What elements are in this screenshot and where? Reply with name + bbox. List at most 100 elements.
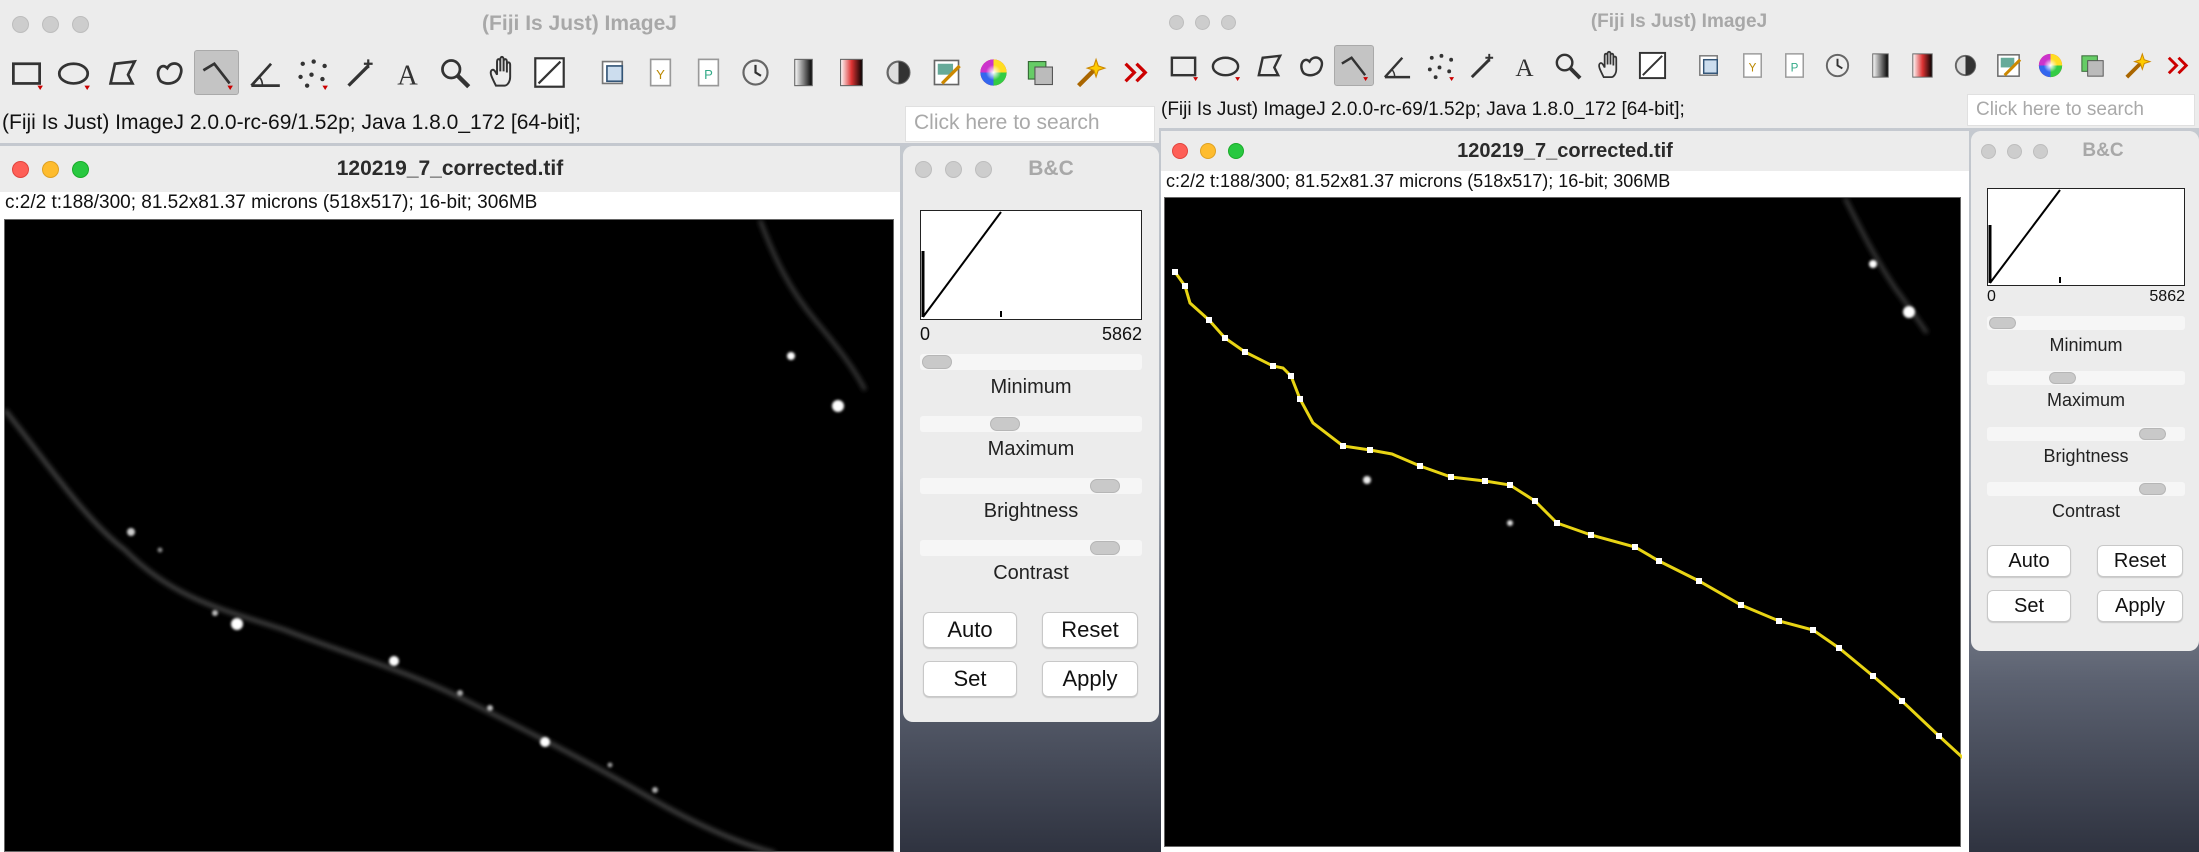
brightness-slider[interactable]: [1987, 427, 2185, 441]
wand-tool-button[interactable]: [337, 50, 382, 95]
more-tools-button[interactable]: [2158, 45, 2199, 86]
p-button[interactable]: P: [686, 50, 731, 95]
close-button[interactable]: [12, 15, 29, 33]
magnifier-tool-button[interactable]: [432, 50, 477, 95]
multipoint-tool-button[interactable]: [1419, 45, 1460, 86]
edit-button[interactable]: [924, 50, 969, 95]
zoom-button[interactable]: [975, 160, 992, 178]
more-tools-button[interactable]: [1114, 50, 1159, 95]
minimum-slider-knob[interactable]: [922, 355, 952, 369]
brightness-slider[interactable]: [920, 478, 1142, 494]
brightness-slider-knob[interactable]: [1090, 479, 1120, 493]
minimize-button[interactable]: [42, 15, 59, 33]
multipoint-tool-button[interactable]: [290, 50, 335, 95]
image-canvas[interactable]: [3, 219, 894, 852]
magic-button[interactable]: [1067, 50, 1112, 95]
color-wheel-button[interactable]: [2030, 45, 2071, 86]
image-title: 120219_7_corrected.tif: [1457, 139, 1673, 162]
maximum-slider-knob[interactable]: [990, 417, 1020, 431]
lut-fire-button[interactable]: [829, 50, 874, 95]
clock-button[interactable]: [734, 50, 779, 95]
lut-gray-button[interactable]: [1860, 45, 1901, 86]
close-button[interactable]: [915, 160, 932, 178]
minimize-button[interactable]: [2007, 143, 2022, 159]
brightness-slider-knob[interactable]: [2139, 428, 2166, 440]
segmented-line-tool-button[interactable]: [1333, 45, 1375, 86]
zoom-button[interactable]: [1228, 143, 1244, 159]
set-button[interactable]: Set: [923, 661, 1017, 697]
freehand-tool-button[interactable]: [1291, 45, 1332, 86]
rectangle-tool-button[interactable]: [4, 50, 49, 95]
clock-button[interactable]: [1817, 45, 1858, 86]
hist-max-value: 5862: [2149, 288, 2185, 305]
contrast-button[interactable]: [876, 50, 921, 95]
p-button[interactable]: P: [1775, 45, 1816, 86]
maximum-slider[interactable]: [920, 416, 1142, 432]
minimize-button[interactable]: [1200, 143, 1216, 159]
close-button[interactable]: [12, 160, 29, 178]
y-button[interactable]: Y: [638, 50, 683, 95]
text-tool-button[interactable]: A: [1504, 45, 1545, 86]
set-button[interactable]: Set: [1987, 590, 2071, 622]
oval-tool-button[interactable]: [52, 50, 97, 95]
minimize-button[interactable]: [42, 160, 59, 178]
rectangle-tool-button[interactable]: [1163, 45, 1204, 86]
zoom-button[interactable]: [2033, 143, 2048, 159]
minimum-slider[interactable]: [920, 354, 1142, 370]
apply-button[interactable]: Apply: [1042, 661, 1138, 697]
channels-button[interactable]: [2073, 45, 2114, 86]
angle-tool-button[interactable]: [242, 50, 287, 95]
magnifier-tool-button[interactable]: [1547, 45, 1588, 86]
text-tool-button[interactable]: A: [385, 50, 430, 95]
polygon-tool-button[interactable]: [1248, 45, 1289, 86]
magnifier-tool-icon: [1555, 53, 1582, 80]
channels-button[interactable]: [1019, 50, 1064, 95]
zoom-button[interactable]: [72, 15, 89, 33]
oval-tool-button[interactable]: [1206, 45, 1247, 86]
close-button[interactable]: [1981, 143, 1996, 159]
imagej-main-window: (Fiji Is Just) ImageJ A Y P (Fiji Is Just)…: [1159, 0, 2199, 128]
minimum-slider[interactable]: [1987, 316, 2185, 330]
stack-button[interactable]: [591, 50, 636, 95]
reset-button[interactable]: Reset: [1042, 612, 1138, 648]
stack-button[interactable]: [1689, 45, 1730, 86]
angle-tool-button[interactable]: [1376, 45, 1417, 86]
contrast-slider[interactable]: [1987, 482, 2185, 496]
search-input[interactable]: Click here to search: [905, 106, 1155, 142]
lut-fire-button[interactable]: [1903, 45, 1944, 86]
apply-button[interactable]: Apply: [2097, 590, 2183, 622]
auto-button[interactable]: Auto: [923, 612, 1017, 648]
zoom-button[interactable]: [72, 160, 89, 178]
freehand-tool-button[interactable]: [147, 50, 192, 95]
hand-tool-button[interactable]: [1590, 45, 1631, 86]
reset-button[interactable]: Reset: [2097, 545, 2183, 577]
contrast-button[interactable]: [1945, 45, 1986, 86]
image-canvas[interactable]: [1164, 197, 1969, 847]
wand-tool-button[interactable]: [1462, 45, 1503, 86]
maximum-slider[interactable]: [1987, 371, 2185, 385]
minimum-slider-knob[interactable]: [1989, 317, 2016, 329]
maximum-slider-knob[interactable]: [2049, 372, 2076, 384]
search-input[interactable]: Click here to search: [1967, 94, 2195, 126]
minimize-button[interactable]: [945, 160, 962, 178]
contrast-slider[interactable]: [920, 540, 1142, 556]
lut-gray-button[interactable]: [781, 50, 826, 95]
segmented-line-tool-button[interactable]: [194, 50, 239, 95]
color-picker-button[interactable]: [1632, 45, 1673, 86]
edit-button[interactable]: [1988, 45, 2029, 86]
minimize-button[interactable]: [1195, 14, 1210, 30]
roi-handles[interactable]: [1172, 269, 1942, 739]
color-wheel-button[interactable]: [972, 50, 1017, 95]
y-button[interactable]: Y: [1732, 45, 1773, 86]
segmented-line-roi[interactable]: [1173, 271, 1969, 768]
contrast-slider-knob[interactable]: [2139, 483, 2166, 495]
hand-tool-button[interactable]: [480, 50, 525, 95]
polygon-tool-button[interactable]: [99, 50, 144, 95]
magic-button[interactable]: [2116, 45, 2157, 86]
zoom-button[interactable]: [1221, 14, 1236, 30]
contrast-slider-knob[interactable]: [1090, 541, 1120, 555]
auto-button[interactable]: Auto: [1987, 545, 2071, 577]
close-button[interactable]: [1169, 14, 1184, 30]
close-button[interactable]: [1172, 143, 1188, 159]
color-picker-button[interactable]: [528, 50, 573, 95]
